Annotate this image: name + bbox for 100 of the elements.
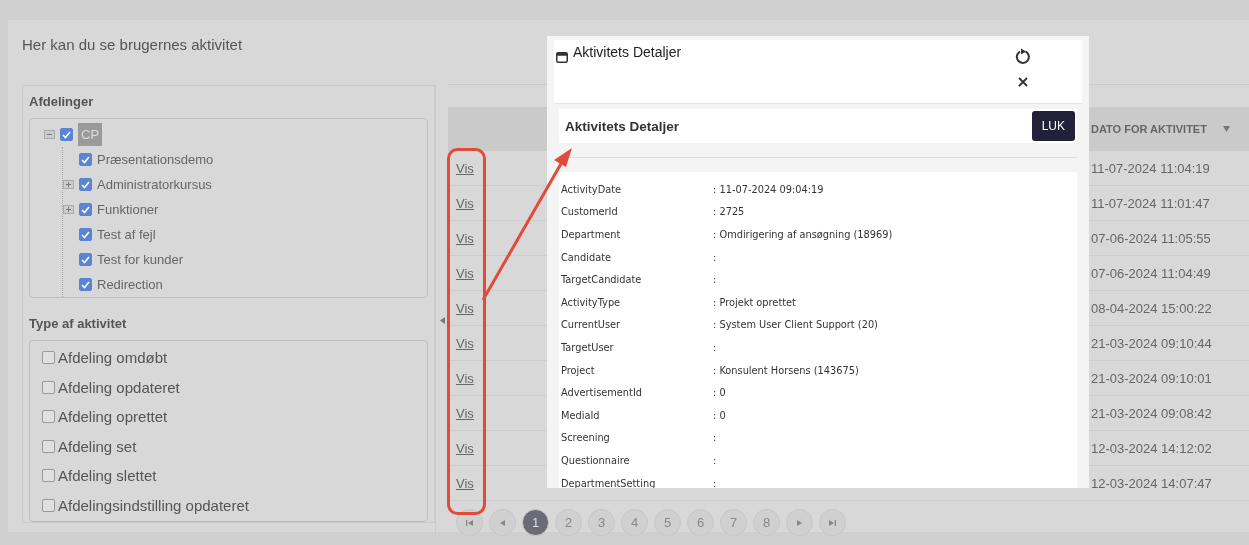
- table-cell-text: 12-03-2024 14:12:02: [1091, 440, 1213, 456]
- page-button[interactable]: 8: [753, 509, 780, 536]
- field-label: Department: [561, 229, 622, 240]
- tree-item[interactable]: Test for kunder: [97, 252, 183, 267]
- view-link[interactable]: Vis: [456, 195, 474, 211]
- field-label: TargetCandidate: [561, 274, 643, 286]
- page-button[interactable]: 2: [555, 509, 582, 536]
- field-label: CurrentUser: [561, 319, 622, 331]
- page-title: Her kan du se brugernes aktivitet: [22, 36, 243, 53]
- field-value: : 0: [713, 387, 726, 399]
- expand-icon[interactable]: [63, 205, 74, 214]
- checkbox[interactable]: [79, 278, 92, 291]
- view-link[interactable]: Vis: [456, 440, 474, 456]
- table-cell-text: 21-03-2024 09:10:44: [1091, 335, 1213, 351]
- checkbox-label[interactable]: Afdeling slettet: [58, 467, 157, 485]
- view-link[interactable]: Vis: [456, 265, 474, 281]
- view-link[interactable]: Vis: [456, 300, 474, 316]
- checkbox[interactable]: [42, 380, 55, 394]
- checkbox[interactable]: [42, 410, 55, 424]
- view-link[interactable]: Vis: [456, 370, 474, 386]
- tree-item[interactable]: Test af fejl: [97, 227, 156, 242]
- previous-page-button[interactable]: [489, 509, 516, 536]
- checkbox-label[interactable]: Afdelingsindstilling opdateret: [58, 496, 249, 514]
- table-cell-text: 11-07-2024 11:01:47: [1091, 195, 1211, 211]
- field-value: : 0: [713, 409, 726, 421]
- view-link[interactable]: Vis: [456, 475, 474, 491]
- field-value: :: [713, 477, 717, 488]
- next-page-button[interactable]: [786, 509, 813, 536]
- page-button[interactable]: 3: [588, 509, 615, 536]
- table-cell-text: 07-06-2024 11:05:55: [1091, 230, 1212, 246]
- checkbox[interactable]: [79, 178, 92, 191]
- field-label: Screening: [561, 432, 611, 444]
- field-value: : 2725: [713, 206, 745, 218]
- dialog-title: Aktivitets Detaljer: [573, 44, 682, 62]
- checkbox-label[interactable]: Afdeling opdateret: [58, 378, 180, 396]
- checkbox[interactable]: [42, 351, 55, 365]
- tree-item[interactable]: Præsentationsdemo: [97, 152, 214, 167]
- expand-icon[interactable]: [63, 180, 74, 189]
- checkbox[interactable]: [42, 469, 55, 483]
- view-link[interactable]: Vis: [456, 335, 474, 351]
- collapse-panel-icon[interactable]: [439, 317, 445, 324]
- field-label: TargetUser: [561, 341, 615, 353]
- table-cell-text: 12-03-2024 14:07:47: [1091, 475, 1213, 491]
- checkbox-label[interactable]: Afdeling omdøbt: [58, 349, 168, 367]
- table-cell-text: 08-04-2024 15:00:22: [1091, 300, 1213, 316]
- field-value: :: [713, 454, 717, 466]
- field-value: : Projekt oprettet: [713, 296, 796, 308]
- table-cell-text: 07-06-2024 11:04:49: [1091, 265, 1212, 281]
- checkbox[interactable]: [79, 153, 92, 166]
- first-page-icon: [466, 519, 473, 526]
- view-link[interactable]: Vis: [456, 405, 474, 421]
- field-label: Questionnaire: [561, 454, 631, 466]
- checkbox[interactable]: [42, 498, 55, 512]
- sort-icon[interactable]: [1222, 126, 1230, 132]
- window-icon: [556, 52, 568, 63]
- field-value: :: [713, 274, 717, 286]
- collapse-icon[interactable]: [44, 130, 55, 139]
- close-button[interactable]: LUK: [1031, 111, 1075, 141]
- checkbox[interactable]: [42, 439, 55, 453]
- field-label: CustomerId: [561, 206, 619, 218]
- page-button[interactable]: 7: [720, 509, 747, 536]
- column-header[interactable]: DATO FOR AKTIVITET: [1091, 123, 1207, 135]
- view-link[interactable]: Vis: [456, 160, 474, 176]
- view-link[interactable]: Vis: [456, 230, 474, 246]
- refresh-icon[interactable]: [1015, 48, 1031, 65]
- details-heading: Aktivitets Detaljer: [565, 118, 680, 134]
- last-page-button[interactable]: [819, 509, 846, 536]
- checkbox-label[interactable]: Afdeling set: [58, 437, 137, 455]
- last-page-icon: [829, 519, 836, 526]
- section-label: Afdelinger: [29, 94, 95, 109]
- table-cell-text: 21-03-2024 09:08:42: [1091, 405, 1213, 421]
- checkbox[interactable]: [79, 253, 92, 266]
- tree-item[interactable]: Redirection: [97, 277, 163, 292]
- page-button[interactable]: 1: [522, 509, 549, 536]
- checkbox[interactable]: [60, 128, 73, 141]
- field-label: AdvertisementId: [561, 387, 644, 399]
- close-icon[interactable]: [1018, 77, 1028, 87]
- checkbox[interactable]: [79, 228, 92, 241]
- page-button[interactable]: 5: [654, 509, 681, 536]
- section-label: Type af aktivitet: [29, 316, 128, 331]
- field-value: : Konsulent Horsens (143675): [713, 364, 859, 376]
- first-page-button[interactable]: [456, 509, 483, 536]
- field-value: :: [713, 432, 717, 444]
- tree-item[interactable]: Funktioner: [97, 202, 159, 217]
- tree-item[interactable]: Administratorkursus: [97, 177, 212, 192]
- page-button[interactable]: 4: [621, 509, 648, 536]
- field-label: Project: [561, 364, 596, 376]
- previous-icon: [500, 519, 505, 526]
- checkbox-label[interactable]: Afdeling oprettet: [58, 408, 168, 426]
- field-label: ActivityDate: [561, 183, 623, 195]
- page-button[interactable]: 6: [687, 509, 714, 536]
- table-cell-text: 21-03-2024 09:10:01: [1091, 370, 1213, 386]
- field-value: :: [713, 251, 717, 263]
- field-label: Candidate: [561, 251, 613, 263]
- field-value: : System User Client Support (20): [713, 319, 878, 331]
- field-value: : 11-07-2024 09:04:19: [713, 183, 824, 195]
- field-value: : Omdirigering af ansøgning (18969): [713, 229, 893, 240]
- field-label: ActivityType: [561, 296, 622, 308]
- field-label: MediaId: [561, 409, 601, 421]
- checkbox[interactable]: [79, 203, 92, 216]
